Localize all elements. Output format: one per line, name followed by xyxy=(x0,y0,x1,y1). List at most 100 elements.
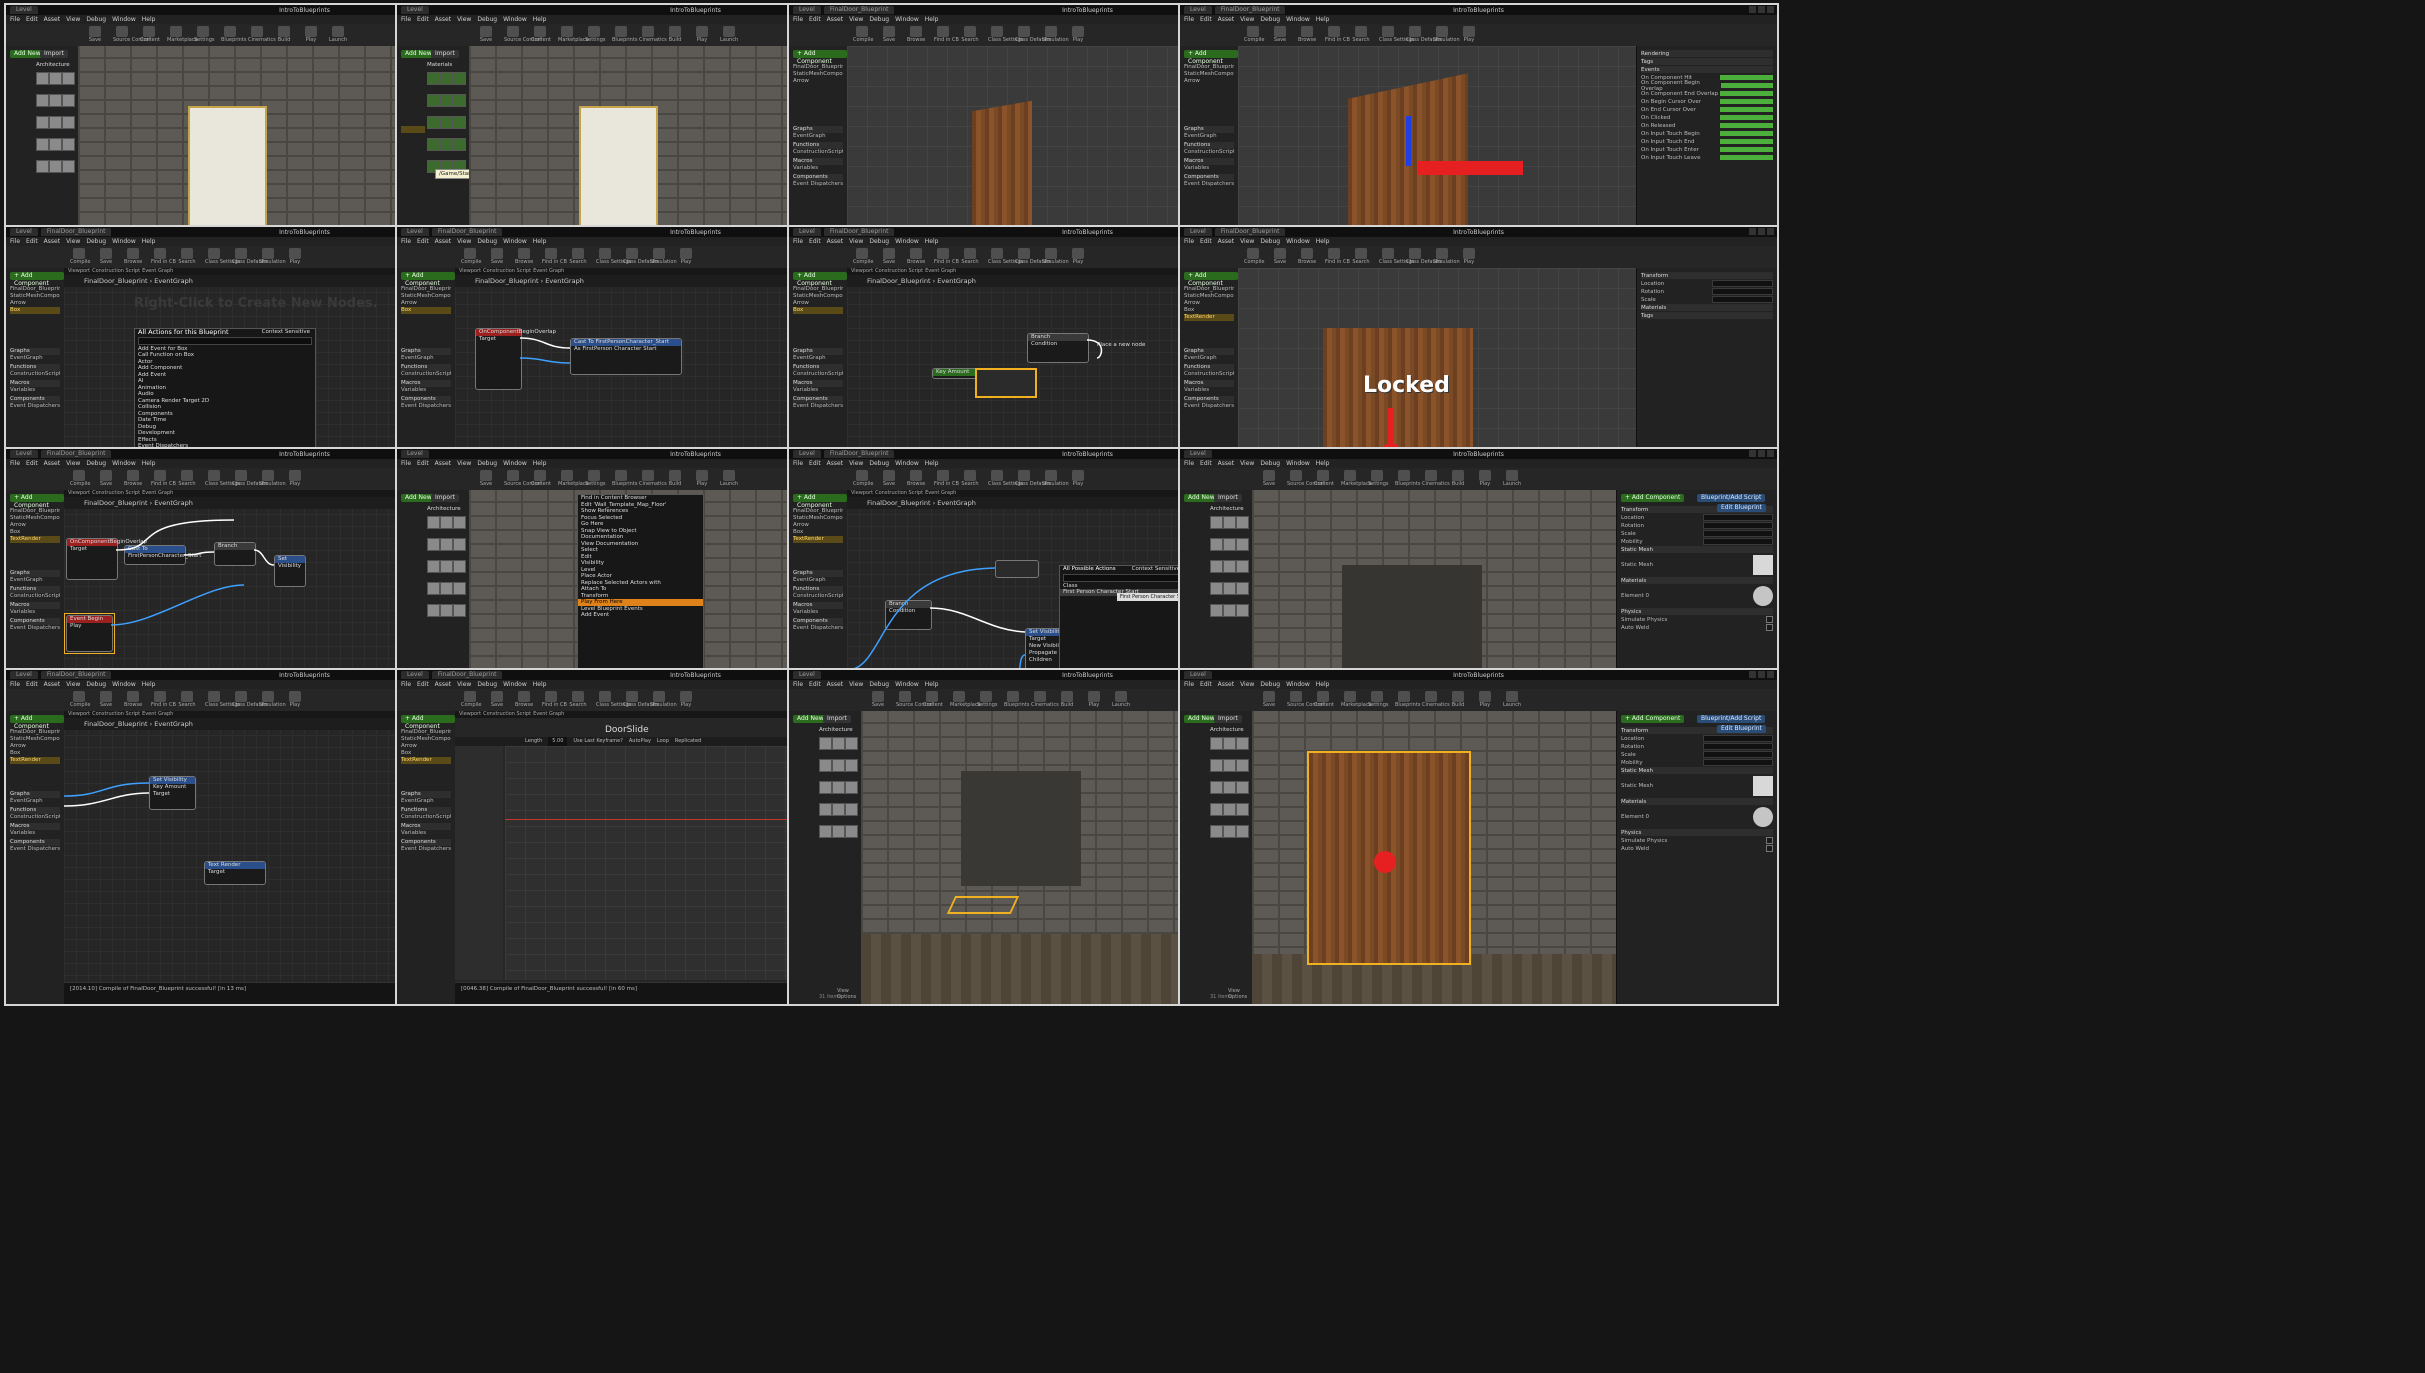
toolbar-launch-button[interactable]: Launch xyxy=(1503,470,1521,488)
asset-thumbnail[interactable] xyxy=(1236,803,1249,816)
component-item[interactable]: Arrow xyxy=(10,522,60,529)
folder-item[interactable] xyxy=(1184,749,1208,756)
my-blueprint-item[interactable]: Variables xyxy=(401,387,451,394)
toolbar-class-defaults-button[interactable]: Class Defaults xyxy=(1015,26,1051,44)
toolbar-simulation-button[interactable]: Simulation xyxy=(1433,248,1460,266)
menu-item-window[interactable]: Window xyxy=(112,237,136,246)
folder-item[interactable] xyxy=(401,563,425,570)
menu-item-edit[interactable]: Edit xyxy=(26,459,38,468)
menu-item-debug[interactable]: Debug xyxy=(86,15,106,24)
add-event-button[interactable] xyxy=(1720,131,1773,136)
toolbar-cinematics-button[interactable]: Cinematics xyxy=(639,26,667,44)
menu-item-file[interactable]: File xyxy=(793,15,803,24)
toolbar-save-button[interactable]: Save xyxy=(869,691,887,709)
my-blueprint-item[interactable]: EventGraph xyxy=(1184,133,1234,140)
menu-item-edit[interactable]: Edit xyxy=(1200,680,1212,689)
asset-thumbnail[interactable] xyxy=(1210,538,1223,551)
toolbar-search-button[interactable]: Search xyxy=(961,470,979,488)
toolbar-settings-button[interactable]: Settings xyxy=(194,26,215,44)
level-viewport[interactable] xyxy=(861,711,1226,1004)
toolbar-browse-button[interactable]: Browse xyxy=(907,248,925,266)
component-item[interactable]: StaticMeshComponent (Inherited) xyxy=(1184,71,1234,78)
toolbar-blueprints-button[interactable]: Blueprints xyxy=(1395,470,1420,488)
asset-thumbnail[interactable] xyxy=(49,138,62,151)
menu-item-debug[interactable]: Debug xyxy=(1260,680,1280,689)
menu-item-file[interactable]: File xyxy=(401,459,411,468)
close-button[interactable] xyxy=(1767,228,1774,235)
my-blueprint-item[interactable]: Variables xyxy=(1184,165,1234,172)
toolbar-build-button[interactable]: Build xyxy=(1058,691,1076,709)
component-item[interactable]: TextRender xyxy=(10,757,60,764)
folder-breadcrumb[interactable]: Materials xyxy=(427,62,452,68)
toolbar-launch-button[interactable]: Launch xyxy=(720,470,738,488)
folder-item[interactable] xyxy=(1184,591,1208,598)
my-blueprint-item[interactable]: Variables xyxy=(401,830,451,837)
checkbox[interactable] xyxy=(1766,624,1773,631)
menu-item-window[interactable]: Window xyxy=(503,680,527,689)
component-item[interactable]: Box xyxy=(793,307,843,314)
folder-item[interactable] xyxy=(793,812,817,819)
my-blueprint-item[interactable]: EventGraph xyxy=(10,577,60,584)
menu-item-asset[interactable]: Asset xyxy=(827,680,843,689)
toolbar-class-settings-button[interactable]: Class Settings xyxy=(596,248,631,266)
my-blueprint-item[interactable]: Macros xyxy=(793,158,843,165)
menu-item-view[interactable]: View xyxy=(66,237,80,246)
folder-item[interactable] xyxy=(401,77,425,84)
folder-breadcrumb[interactable]: Architecture xyxy=(819,727,853,733)
menu-item-window[interactable]: Window xyxy=(112,459,136,468)
asset-thumbnail[interactable] xyxy=(1236,737,1249,750)
folder-item[interactable] xyxy=(793,742,817,749)
folder-item[interactable] xyxy=(401,570,425,577)
menu-item-asset[interactable]: Asset xyxy=(1218,15,1234,24)
my-blueprint-item[interactable]: Event Dispatchers xyxy=(401,846,451,853)
toolbar-save-button[interactable]: Save xyxy=(1260,470,1278,488)
folder-item[interactable] xyxy=(1184,521,1208,528)
my-blueprint-item[interactable]: Components xyxy=(793,396,843,403)
timeline-toggle[interactable]: Use Last Keyframe? xyxy=(573,737,622,746)
component-item[interactable]: TextRender xyxy=(1184,314,1234,321)
toolbar-play-button[interactable]: Play xyxy=(693,26,711,44)
minimize-button[interactable] xyxy=(1749,6,1756,13)
toolbar-class-settings-button[interactable]: Class Settings xyxy=(205,248,240,266)
menu-item-debug[interactable]: Debug xyxy=(86,680,106,689)
menu-item-asset[interactable]: Asset xyxy=(435,237,451,246)
tab-level[interactable]: Level xyxy=(1184,450,1212,458)
toolbar-find-in-cb-button[interactable]: Find in CB xyxy=(151,691,176,709)
edit-blueprint-button[interactable]: Edit Blueprint xyxy=(1717,504,1766,512)
my-blueprint-item[interactable]: Event Dispatchers xyxy=(793,625,843,632)
component-item[interactable]: FinalDoor_Blueprint (self) xyxy=(793,508,843,515)
menu-item-asset[interactable]: Asset xyxy=(1218,237,1234,246)
toolbar-save-button[interactable]: Save xyxy=(477,470,495,488)
my-blueprint-item[interactable]: EventGraph xyxy=(401,798,451,805)
tab-blueprint[interactable]: FinalDoor_Blueprint xyxy=(1214,228,1286,236)
toolbar-compile-button[interactable]: Compile xyxy=(853,26,873,44)
reroute-node[interactable] xyxy=(995,560,1039,578)
section-header[interactable]: Static Mesh xyxy=(1621,546,1773,553)
folder-item[interactable] xyxy=(793,756,817,763)
add-component-button[interactable]: + Add Component xyxy=(1184,272,1238,287)
selected-node-outline[interactable] xyxy=(64,613,115,654)
my-blueprint-item[interactable]: Graphs xyxy=(10,570,60,577)
context-menu-item[interactable]: Add Event xyxy=(578,612,703,619)
asset-thumbnail[interactable] xyxy=(453,582,466,595)
menu-item-view[interactable]: View xyxy=(66,680,80,689)
toolbar-save-button[interactable]: Save xyxy=(97,691,115,709)
folder-item[interactable] xyxy=(1184,777,1208,784)
property-value[interactable] xyxy=(1702,530,1773,537)
asset-thumbnail[interactable] xyxy=(49,94,62,107)
toolbar-search-button[interactable]: Search xyxy=(961,26,979,44)
toolbar-cinematics-button[interactable]: Cinematics xyxy=(248,26,276,44)
toolbar-save-button[interactable]: Save xyxy=(1271,26,1289,44)
toolbar-play-button[interactable]: Play xyxy=(1069,26,1087,44)
my-blueprint-item[interactable]: Event Dispatchers xyxy=(1184,181,1234,188)
toolbar-play-button[interactable]: Play xyxy=(1460,248,1478,266)
add-event-button[interactable] xyxy=(1720,75,1773,80)
property-value[interactable] xyxy=(1702,514,1773,521)
component-item[interactable]: StaticMeshComponent (Inherited) xyxy=(793,71,843,78)
toolbar-search-button[interactable]: Search xyxy=(1352,26,1370,44)
asset-thumbnail[interactable] xyxy=(1223,781,1236,794)
toolbar-browse-button[interactable]: Browse xyxy=(124,470,142,488)
tab-level[interactable]: Level xyxy=(793,450,821,458)
overlap-event-node[interactable]: OnComponentBeginOverlap Target xyxy=(66,538,147,580)
folder-item[interactable] xyxy=(401,70,425,77)
